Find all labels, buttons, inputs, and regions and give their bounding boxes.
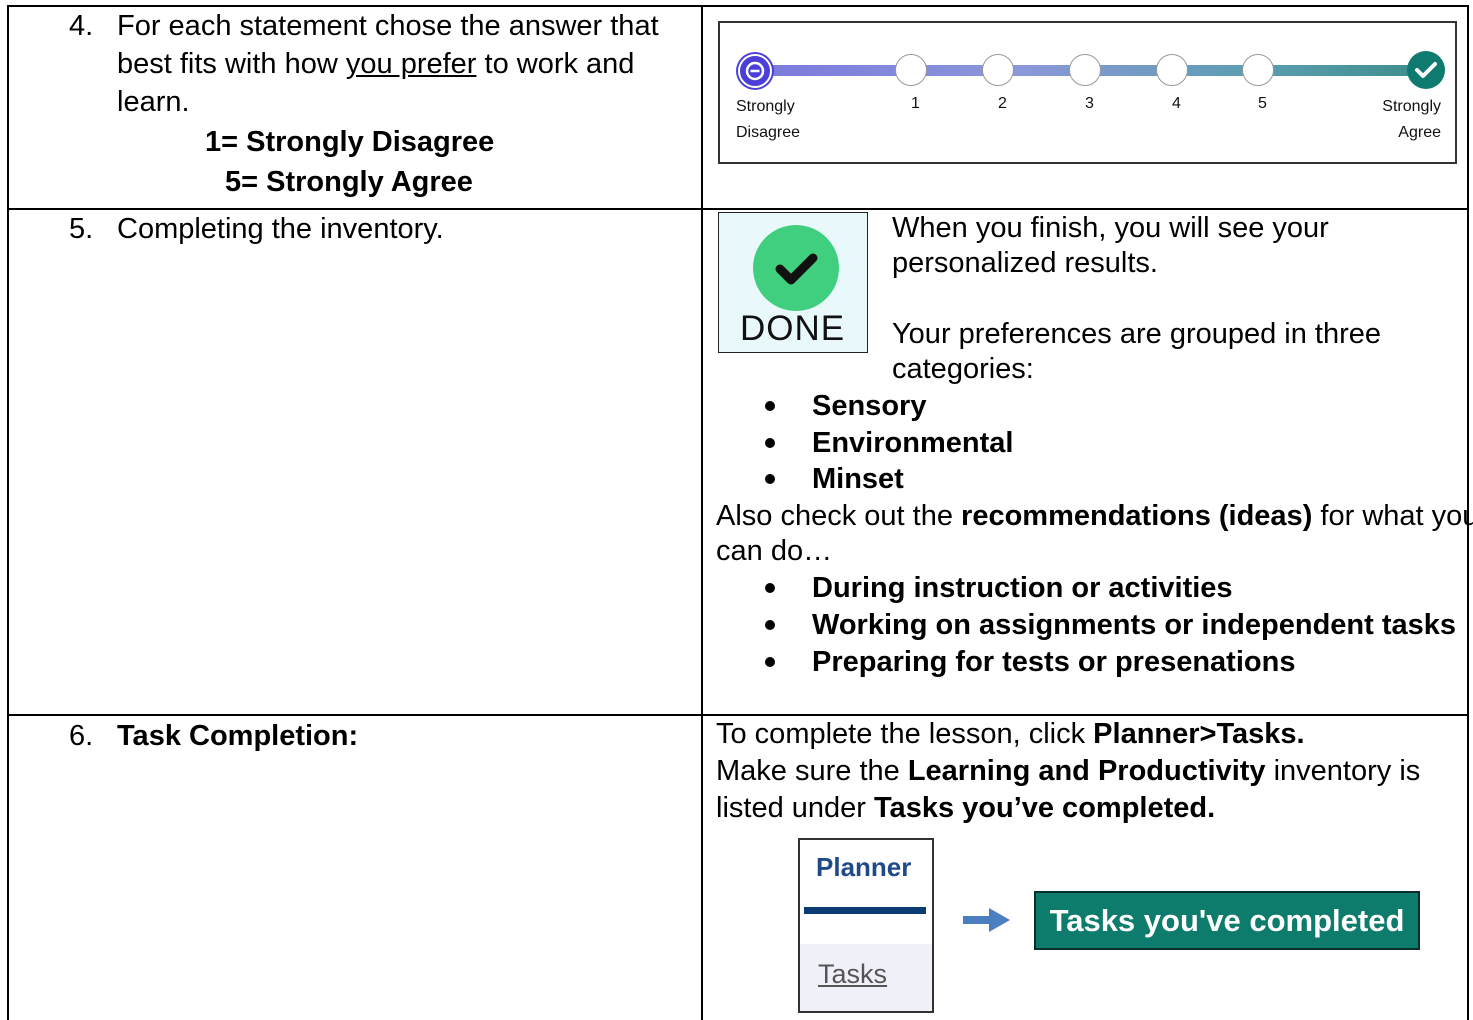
recommendations-line: Also check out the recommendations (idea… [716, 500, 1473, 532]
bullet-icon [765, 401, 775, 411]
categories-intro-line: categories: [892, 353, 1034, 385]
scale-option-3[interactable] [1069, 54, 1101, 86]
category-item: Sensory [812, 390, 927, 422]
table-divider-column [701, 5, 703, 1020]
bullet-icon [765, 657, 775, 667]
categories-intro-line: Your preferences are grouped in three [892, 318, 1382, 350]
instruction-line: For each statement chose the answer that [117, 10, 659, 42]
bullet-icon [765, 474, 775, 484]
done-image: DONE [718, 212, 868, 353]
intro-line: personalized results. [892, 247, 1158, 279]
step-number: 4. [69, 10, 94, 42]
minus-circle-icon [745, 61, 765, 81]
bullet-icon [765, 438, 775, 448]
table-border-top [7, 5, 1469, 7]
check-circle-icon [775, 253, 818, 285]
scale-number: 1 [911, 95, 920, 112]
scale-option-5[interactable] [1242, 54, 1274, 86]
instruction-line: learn. [117, 86, 190, 118]
strongly-disagree-label: Strongly Disagree [736, 98, 801, 141]
strongly-agree-option[interactable] [1407, 51, 1445, 89]
strongly-disagree-option[interactable] [738, 54, 772, 88]
planner-active-bar [804, 907, 926, 914]
recommendation-item: During instruction or activities [812, 572, 1233, 604]
task-line: To complete the lesson, click Planner>Ta… [716, 718, 1305, 750]
scale-option-4[interactable] [1156, 54, 1188, 86]
recommendations-line: can do… [716, 535, 833, 567]
recommendation-item: Preparing for tests or presenations [812, 646, 1296, 678]
tasks-completed-button[interactable]: Tasks you've completed [1034, 891, 1420, 950]
step-number: 5. [69, 213, 94, 245]
instruction-line: best fits with how you prefer to work an… [117, 48, 635, 80]
category-item: Minset [812, 463, 904, 495]
likert-scale: Strongly Disagree 1 2 3 4 5 Strongly Agree [718, 21, 1457, 164]
right-arrow-icon [963, 908, 1010, 932]
check-icon [1415, 62, 1437, 78]
instruction-text: Completing the inventory. [117, 213, 444, 245]
done-check-circle [753, 225, 839, 311]
scale-number: 4 [1172, 95, 1181, 112]
planner-title: Planner [816, 852, 912, 882]
scale-key-agree: 5= Strongly Agree [225, 166, 473, 198]
planner-image: Planner Tasks [798, 838, 934, 1013]
emphasis-you-prefer: you prefer [345, 48, 477, 80]
bullet-icon [765, 620, 775, 630]
instruction-text: Task Completion: [117, 720, 359, 752]
scale-option-2[interactable] [982, 54, 1014, 86]
scale-option-1[interactable] [895, 54, 927, 86]
recommendation-item: Working on assignments or independent ta… [812, 609, 1457, 641]
table-border-left [7, 5, 9, 1020]
category-item: Environmental [812, 427, 1014, 459]
task-line: listed under Tasks you’ve completed. [716, 792, 1216, 824]
done-label: DONE [739, 309, 846, 348]
scale-key-disagree: 1= Strongly Disagree [205, 126, 495, 158]
planner-tasks-link[interactable]: Tasks [818, 959, 887, 990]
task-line: Make sure the Learning and Productivity … [716, 755, 1421, 787]
bullet-icon [765, 583, 775, 593]
step-number: 6. [69, 720, 94, 752]
strongly-agree-label: Strongly Agree [1382, 98, 1441, 141]
scale-number: 2 [998, 95, 1007, 112]
scale-number: 5 [1258, 95, 1267, 112]
intro-line: When you finish, you will see your [892, 212, 1329, 244]
scale-number: 3 [1085, 95, 1094, 112]
